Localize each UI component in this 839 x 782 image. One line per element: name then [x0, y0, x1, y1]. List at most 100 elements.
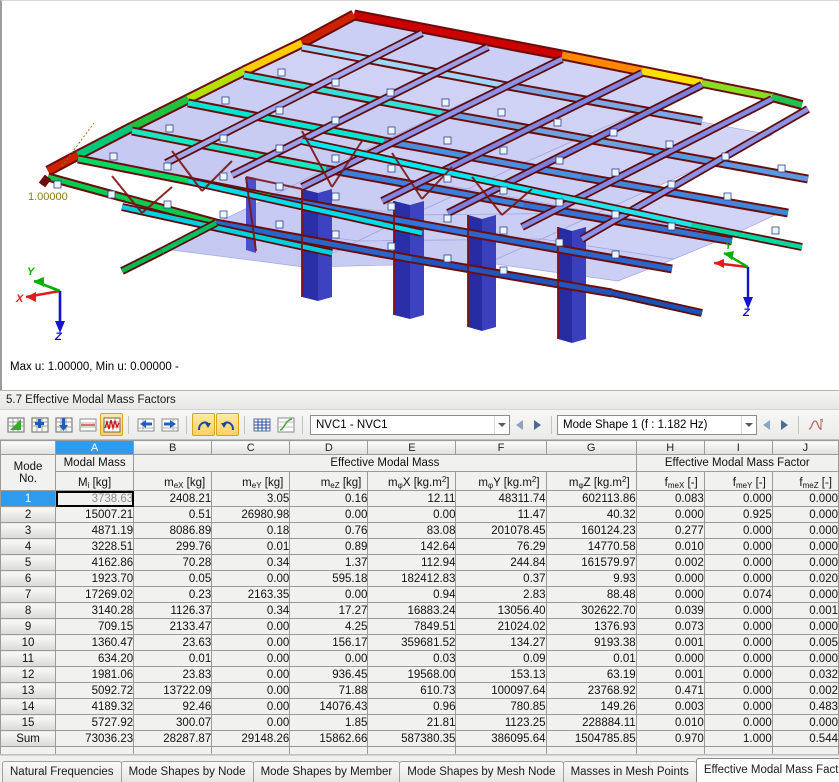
cell-r3-c8[interactable]: 0.277: [635, 522, 705, 539]
cell-r9-c5[interactable]: 7849.51: [367, 618, 457, 635]
cell-r3-c5[interactable]: 83.08: [367, 522, 457, 539]
cell-r4-c2[interactable]: 299.76: [133, 538, 213, 555]
cell-r14-c3[interactable]: 0.00: [211, 698, 291, 715]
row-header-3[interactable]: 3: [0, 522, 57, 539]
cell-r4-c7[interactable]: 14770.58: [545, 538, 637, 555]
cell-r7-c4[interactable]: 0.00: [289, 586, 369, 603]
col-letter-F[interactable]: F: [455, 440, 547, 455]
cell-r15-c4[interactable]: 1.85: [289, 714, 369, 731]
cell-r11-c8[interactable]: 0.000: [635, 650, 705, 667]
row-header-9[interactable]: 9: [0, 618, 57, 635]
cell-r5-c10[interactable]: 0.000: [771, 554, 839, 571]
cell-r3-c3[interactable]: 0.18: [211, 522, 291, 539]
cell-r1-c3[interactable]: 3.05: [211, 490, 291, 507]
cell-r6-c7[interactable]: 9.93: [545, 570, 637, 587]
row-header-13[interactable]: 13: [0, 682, 57, 699]
tab-masses-in-mesh-points[interactable]: Masses in Mesh Points: [562, 761, 697, 782]
cell-r5-c4[interactable]: 1.37: [289, 554, 369, 571]
cell-r3-c7[interactable]: 160124.23: [545, 522, 637, 539]
import-icon[interactable]: [52, 413, 75, 436]
cell-r8-c3[interactable]: 0.34: [211, 602, 291, 619]
cell-r11-c2[interactable]: 0.01: [133, 650, 213, 667]
cell-r9-c4[interactable]: 4.25: [289, 618, 369, 635]
cell-r9-c6[interactable]: 21024.02: [455, 618, 547, 635]
cell-r7-c10[interactable]: 0.000: [771, 586, 839, 603]
row-header-5[interactable]: 5: [0, 554, 57, 571]
cell-r2-c10[interactable]: 0.000: [771, 506, 839, 523]
col-letter-D[interactable]: D: [289, 440, 369, 455]
cell-r2-c9[interactable]: 0.925: [703, 506, 773, 523]
cell-r1-c9[interactable]: 0.000: [703, 490, 773, 507]
cell-r15-c9[interactable]: 0.000: [703, 714, 773, 731]
cell-r3-c10[interactable]: 0.000: [771, 522, 839, 539]
cell-r13-c6[interactable]: 100097.64: [455, 682, 547, 699]
cell-r1-c2[interactable]: 2408.21: [133, 490, 213, 507]
cell-r14-c8[interactable]: 0.003: [635, 698, 705, 715]
cell-r3-c4[interactable]: 0.76: [289, 522, 369, 539]
cell-r8-c5[interactable]: 16883.24: [367, 602, 457, 619]
tab-mode-shapes-by-node[interactable]: Mode Shapes by Node: [120, 761, 254, 782]
mode-next-button[interactable]: [776, 415, 793, 435]
grid-corner[interactable]: [0, 440, 57, 455]
cell-r14-c2[interactable]: 92.46: [133, 698, 213, 715]
row-header-12[interactable]: 12: [0, 666, 57, 683]
cell-r11-c10[interactable]: 0.000: [771, 650, 839, 667]
cell-r7-c5[interactable]: 0.94: [367, 586, 457, 603]
table-row[interactable]: 11 634.20 0.01 0.00 0.00 0.03 0.09 0.01 0.000 0.0…: [0, 650, 839, 667]
cell-r15-c6[interactable]: 1123.25: [455, 714, 547, 731]
row-header-15[interactable]: 15: [0, 714, 57, 731]
cell-r4-c5[interactable]: 142.64: [367, 538, 457, 555]
cell-r13-c7[interactable]: 23768.92: [545, 682, 637, 699]
cell-r15-c1[interactable]: 5727.92: [55, 714, 135, 731]
cell-r15-c8[interactable]: 0.010: [635, 714, 705, 731]
cell-r14-c7[interactable]: 149.26: [545, 698, 637, 715]
insert-row-icon[interactable]: [28, 413, 51, 436]
cell-r7-c7[interactable]: 88.48: [545, 586, 637, 603]
cell-r6-c6[interactable]: 0.37: [455, 570, 547, 587]
cell-r10-c6[interactable]: 134.27: [455, 634, 547, 651]
col-letter-G[interactable]: G: [545, 440, 637, 455]
cell-r15-c3[interactable]: 0.00: [211, 714, 291, 731]
table-row[interactable]: 9 709.15 2133.47 0.00 4.25 7849.51 21024.02 137…: [0, 618, 839, 635]
model-viewport[interactable]: X Y Z Z Y 1.00000 Max u: 1.00000, Min u:…: [0, 0, 839, 390]
cell-r1-c5[interactable]: 12.11: [367, 490, 457, 507]
cell-r7-c1[interactable]: 17269.02: [55, 586, 135, 603]
cell-r10-c7[interactable]: 9193.38: [545, 634, 637, 651]
cell-r3-c1[interactable]: 4871.19: [55, 522, 135, 539]
row-header-1[interactable]: 1: [0, 490, 57, 507]
cell-r13-c10[interactable]: 0.002: [771, 682, 839, 699]
cell-r8-c6[interactable]: 13056.40: [455, 602, 547, 619]
row-header-4[interactable]: 4: [0, 538, 57, 555]
table-sum-row[interactable]: Sum 73036.23 28287.87 29148.26 15862.66 58738…: [0, 730, 839, 747]
cell-r2-c7[interactable]: 40.32: [545, 506, 637, 523]
cell-r9-c1[interactable]: 709.15: [55, 618, 135, 635]
cell-r8-c1[interactable]: 3140.28: [55, 602, 135, 619]
chevron-down-icon[interactable]: [741, 415, 756, 434]
col-letter-A[interactable]: A: [55, 440, 135, 455]
cell-r3-c6[interactable]: 201078.45: [455, 522, 547, 539]
cell-r10-c5[interactable]: 359681.52: [367, 634, 457, 651]
cell-r13-c8[interactable]: 0.471: [635, 682, 705, 699]
arrow-left-table-icon[interactable]: [134, 413, 157, 436]
cell-r9-c7[interactable]: 1376.93: [545, 618, 637, 635]
cell-r10-c10[interactable]: 0.005: [771, 634, 839, 651]
cell-r11-c9[interactable]: 0.000: [703, 650, 773, 667]
cell-r7-c9[interactable]: 0.074: [703, 586, 773, 603]
cell-r2-c2[interactable]: 0.51: [133, 506, 213, 523]
cell-r6-c5[interactable]: 182412.83: [367, 570, 457, 587]
cell-r6-c9[interactable]: 0.000: [703, 570, 773, 587]
cell-r14-c9[interactable]: 0.000: [703, 698, 773, 715]
cell-r14-c4[interactable]: 14076.43: [289, 698, 369, 715]
cell-r2-c6[interactable]: 11.47: [455, 506, 547, 523]
load-case-next-button[interactable]: [529, 415, 546, 435]
cell-r4-c4[interactable]: 0.89: [289, 538, 369, 555]
cell-r9-c2[interactable]: 2133.47: [133, 618, 213, 635]
cell-r8-c8[interactable]: 0.039: [635, 602, 705, 619]
cell-r4-c8[interactable]: 0.010: [635, 538, 705, 555]
result-graph-icon[interactable]: [100, 413, 123, 436]
table-row[interactable]: 7 17269.02 0.23 2163.35 0.00 0.94 2.83 88.48 0.0…: [0, 586, 839, 603]
cell-r1-c8[interactable]: 0.083: [635, 490, 705, 507]
cell-r7-c3[interactable]: 2163.35: [211, 586, 291, 603]
cell-r12-c10[interactable]: 0.032: [771, 666, 839, 683]
cell-r13-c2[interactable]: 13722.09: [133, 682, 213, 699]
